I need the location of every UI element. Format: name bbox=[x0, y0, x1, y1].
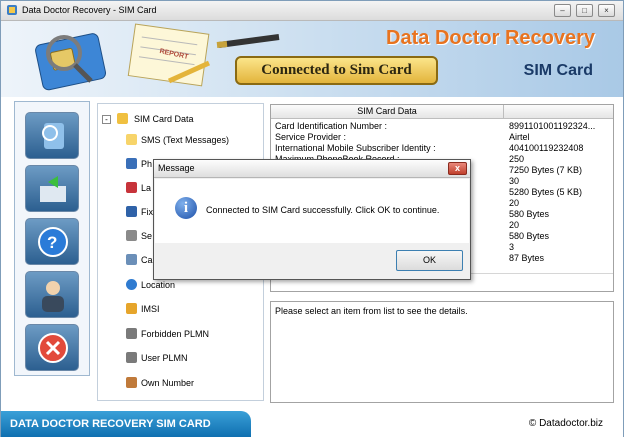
save-button[interactable] bbox=[25, 165, 79, 212]
brand-title: Data Doctor Recovery bbox=[386, 27, 595, 49]
dialog-body: i Connected to SIM Card successfully. Cl… bbox=[155, 179, 469, 243]
tree-item-service[interactable]: Se bbox=[126, 230, 152, 244]
maximize-button[interactable]: □ bbox=[576, 4, 593, 17]
tree-item-card[interactable]: Ca bbox=[126, 254, 153, 268]
tree-item-imsi[interactable]: IMSI bbox=[126, 303, 160, 317]
window-title: Data Doctor Recovery - SIM Card bbox=[22, 5, 157, 15]
antenna-icon bbox=[126, 328, 137, 339]
search-sim-button[interactable] bbox=[25, 112, 79, 159]
tree-item-last-dialed[interactable]: La bbox=[126, 182, 151, 196]
dialog-title-bar: Message x bbox=[154, 160, 470, 178]
tree-item-location[interactable]: Location bbox=[126, 279, 175, 293]
save-arrow-icon bbox=[40, 176, 66, 202]
tree-item-own-number[interactable]: Own Number bbox=[126, 377, 194, 391]
imsi-icon bbox=[126, 303, 137, 314]
message-dialog: Message x i Connected to SIM Card succes… bbox=[153, 159, 471, 280]
dialog-close-button[interactable]: x bbox=[448, 162, 467, 175]
table-row[interactable]: Service Provider : Airtel bbox=[275, 132, 611, 143]
svg-text:?: ? bbox=[47, 233, 57, 252]
tree-item-phonebook[interactable]: Ph bbox=[126, 158, 152, 172]
connection-status-badge: Connected to Sim Card bbox=[235, 56, 438, 85]
tree-item-fixed-dialing[interactable]: Fix bbox=[126, 206, 153, 220]
tree-item-forbidden-plmn[interactable]: Forbidden PLMN bbox=[126, 328, 209, 342]
user-icon bbox=[42, 281, 64, 312]
sim-search-icon bbox=[42, 123, 64, 149]
close-circle-icon bbox=[38, 333, 68, 363]
side-toolbar: ? bbox=[14, 101, 90, 376]
details-text: Please select an item from list to see t… bbox=[275, 306, 468, 316]
info-icon: i bbox=[175, 197, 197, 219]
ok-button[interactable]: OK bbox=[396, 250, 463, 271]
globe-icon bbox=[126, 279, 137, 290]
tree-item-user-plmn[interactable]: User PLMN bbox=[126, 352, 188, 366]
exit-button[interactable] bbox=[25, 324, 79, 371]
sim-folder-icon bbox=[116, 113, 128, 124]
fixed-dialing-icon bbox=[126, 206, 137, 217]
dialog-title: Message bbox=[158, 163, 195, 173]
service-icon bbox=[126, 230, 137, 241]
phone-icon bbox=[126, 377, 137, 388]
header-banner: REPORT Data Doctor Recovery SIM Card Con… bbox=[1, 21, 623, 97]
antenna-icon bbox=[126, 352, 137, 363]
minimize-button[interactable]: – bbox=[554, 4, 571, 17]
dialog-message: Connected to SIM Card successfully. Clic… bbox=[206, 205, 440, 215]
help-button[interactable]: ? bbox=[25, 218, 79, 265]
card-icon bbox=[126, 254, 137, 265]
footer: DATA DOCTOR RECOVERY SIM CARD © Datadoct… bbox=[1, 410, 623, 437]
grid-header: SIM Card Data bbox=[271, 105, 613, 119]
app-icon bbox=[7, 5, 17, 15]
copyright-text: © Datadoctor.biz bbox=[528, 418, 603, 429]
table-row[interactable]: International Mobile Subscriber Identity… bbox=[275, 143, 611, 154]
product-subtitle: SIM Card bbox=[523, 62, 593, 79]
last-dialed-icon bbox=[126, 182, 137, 193]
tree-root[interactable]: - SIM Card Data bbox=[102, 113, 194, 124]
title-bar: Data Doctor Recovery - SIM Card – □ × bbox=[1, 1, 623, 21]
table-row[interactable]: Card Identification Number :899110100119… bbox=[275, 121, 611, 132]
help-icon: ? bbox=[38, 227, 68, 257]
grid-header-label: SIM Card Data bbox=[357, 106, 417, 116]
app-window: Data Doctor Recovery - SIM Card – □ × RE… bbox=[0, 0, 624, 437]
footer-badge: DATA DOCTOR RECOVERY SIM CARD bbox=[1, 411, 251, 437]
tree-item-sms[interactable]: SMS (Text Messages) bbox=[126, 134, 229, 148]
close-button[interactable]: × bbox=[598, 4, 615, 17]
envelope-icon bbox=[126, 134, 137, 145]
phonebook-icon bbox=[126, 158, 137, 169]
column-divider bbox=[503, 105, 504, 119]
about-button[interactable] bbox=[25, 271, 79, 318]
tree-root-label: SIM Card Data bbox=[134, 114, 194, 124]
details-panel[interactable]: Please select an item from list to see t… bbox=[270, 301, 614, 403]
